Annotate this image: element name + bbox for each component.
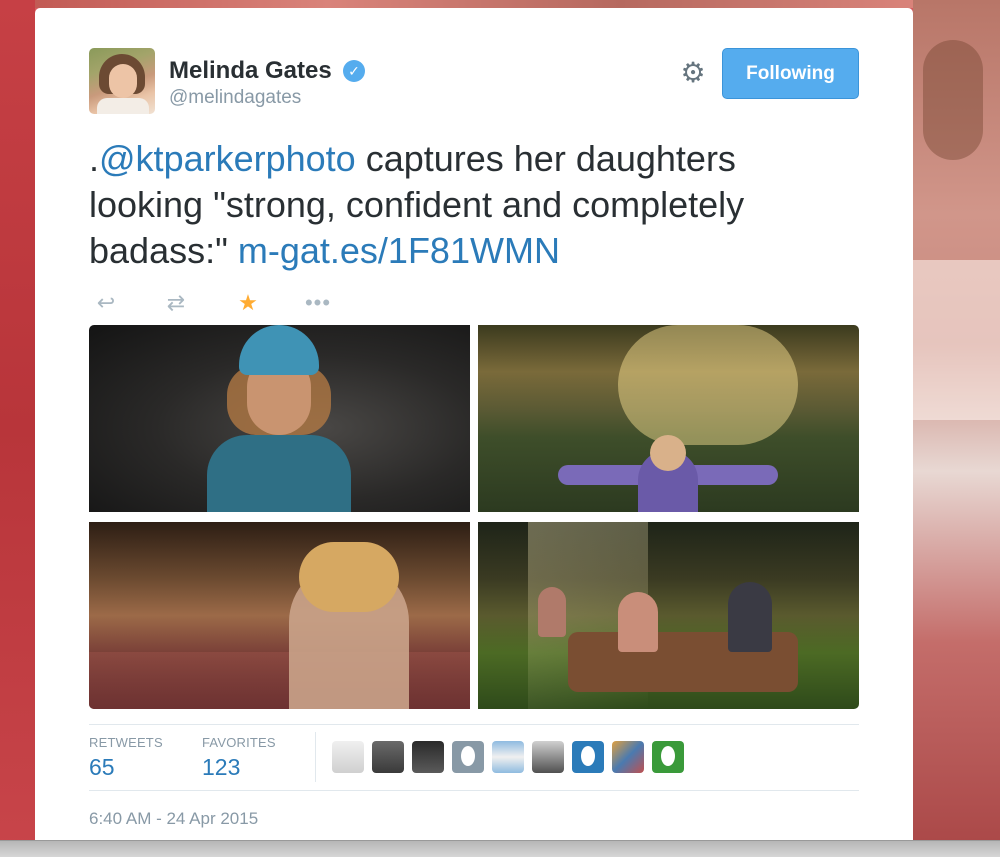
tweet-text: .@ktparkerphoto captures her daughters l…: [89, 136, 849, 274]
author-name[interactable]: Melinda Gates: [169, 57, 332, 85]
mention-link[interactable]: @ktparkerphoto: [99, 138, 356, 179]
tweet-card: Melinda Gates ✓ @melindagates ⚙ Followin…: [35, 8, 913, 840]
following-button[interactable]: Following: [722, 48, 859, 99]
photo-3[interactable]: [89, 522, 470, 709]
more-icon[interactable]: •••: [301, 288, 335, 318]
avatar[interactable]: [652, 741, 684, 773]
stats-divider-top: [89, 724, 859, 725]
photo-2[interactable]: [478, 325, 859, 512]
avatar[interactable]: [332, 741, 364, 773]
gear-icon[interactable]: ⚙: [678, 58, 708, 88]
text-prefix: .: [89, 138, 100, 179]
stats-divider-bottom: [89, 790, 859, 791]
avatar[interactable]: [612, 741, 644, 773]
reply-icon[interactable]: ↩: [89, 288, 123, 318]
retweets-count[interactable]: 65: [89, 754, 115, 781]
photo-1[interactable]: [89, 325, 470, 512]
favorites-label[interactable]: FAVORITES: [202, 735, 276, 750]
author-handle[interactable]: @melindagates: [169, 87, 301, 109]
tweet-timestamp[interactable]: 6:40 AM - 24 Apr 2015: [89, 809, 258, 829]
avatar[interactable]: [412, 741, 444, 773]
avatar[interactable]: [372, 741, 404, 773]
avatar[interactable]: [89, 48, 155, 114]
avatar[interactable]: [492, 741, 524, 773]
verified-icon: ✓: [343, 60, 365, 82]
retweet-icon[interactable]: ⇄: [159, 288, 193, 318]
star-icon[interactable]: ★: [231, 288, 265, 318]
background-top: [35, 0, 913, 8]
avatar[interactable]: [452, 741, 484, 773]
stats-separator: [315, 732, 316, 782]
background-right: [913, 0, 1000, 857]
avatar[interactable]: [572, 741, 604, 773]
avatar[interactable]: [532, 741, 564, 773]
bottom-scroll-bar[interactable]: [0, 840, 1000, 857]
url-link[interactable]: m-gat.es/1F81WMN: [238, 230, 560, 271]
photo-4[interactable]: [478, 522, 859, 709]
favorites-count[interactable]: 123: [202, 754, 240, 781]
background-left: [0, 0, 35, 857]
retweets-label[interactable]: RETWEETS: [89, 735, 163, 750]
